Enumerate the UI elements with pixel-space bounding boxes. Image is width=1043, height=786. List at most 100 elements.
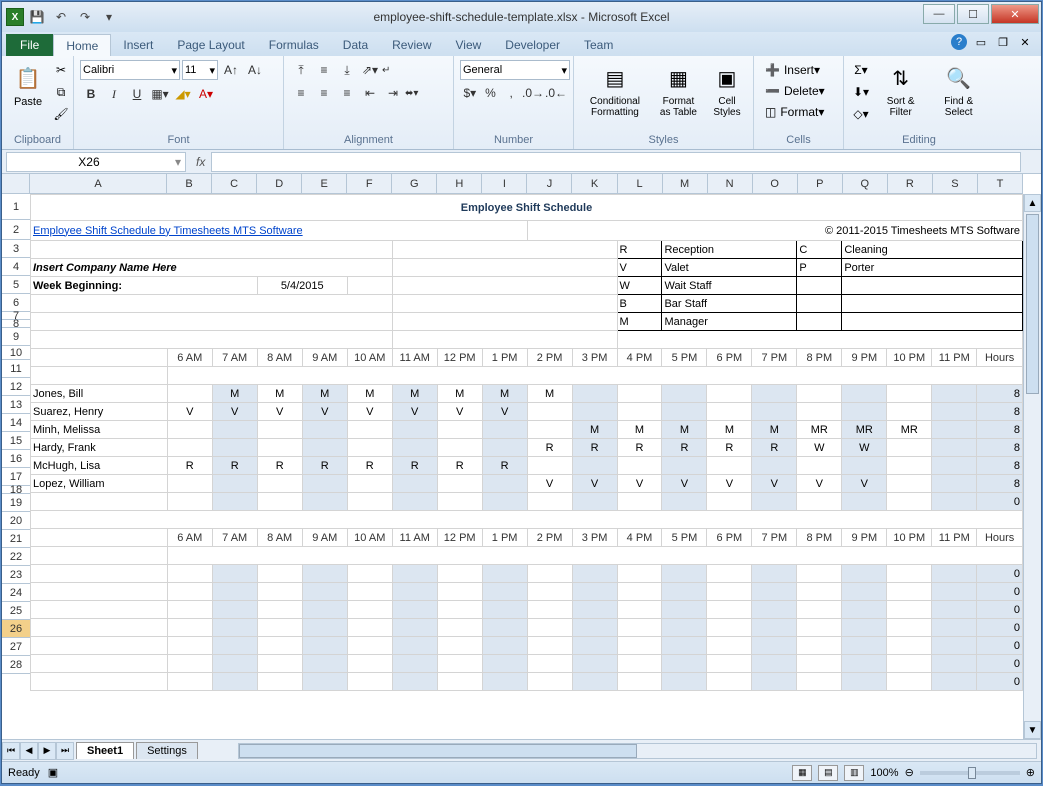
cell[interactable]: R [257, 457, 302, 475]
cell[interactable]: 2 PM [527, 529, 572, 547]
row-header-3[interactable]: 3 [2, 240, 30, 258]
cell[interactable] [437, 475, 482, 493]
cell[interactable]: Employee Shift Schedule [31, 195, 1023, 221]
col-header-K[interactable]: K [572, 174, 617, 194]
scroll-up-button[interactable]: ▲ [1024, 194, 1041, 212]
cell[interactable] [31, 565, 168, 583]
cell[interactable] [392, 637, 437, 655]
cell[interactable]: 8 [977, 439, 1023, 457]
cell[interactable] [482, 637, 527, 655]
col-header-G[interactable]: G [392, 174, 437, 194]
cell[interactable]: 2 PM [527, 349, 572, 367]
tab-view[interactable]: View [444, 34, 494, 56]
cell[interactable] [392, 673, 437, 691]
cell[interactable] [617, 385, 662, 403]
cell[interactable]: 5 PM [662, 529, 707, 547]
cell[interactable] [302, 619, 347, 637]
cell[interactable] [392, 655, 437, 673]
cell[interactable] [392, 241, 617, 259]
cell[interactable] [167, 385, 212, 403]
cell[interactable]: V [617, 259, 662, 277]
col-header-O[interactable]: O [753, 174, 798, 194]
cut-button[interactable]: ✂ [50, 60, 72, 80]
qat-redo[interactable]: ↷ [74, 6, 96, 28]
qat-save[interactable]: 💾 [26, 6, 48, 28]
tab-home[interactable]: Home [53, 34, 111, 56]
cell[interactable] [212, 493, 257, 511]
cell[interactable] [392, 313, 617, 331]
cell[interactable] [167, 565, 212, 583]
cell[interactable] [302, 601, 347, 619]
cell[interactable] [527, 403, 572, 421]
cell[interactable] [167, 367, 1022, 385]
cell[interactable]: 6 AM [167, 529, 212, 547]
cell[interactable] [887, 475, 932, 493]
cell[interactable]: W [842, 439, 887, 457]
cell[interactable]: V [842, 475, 887, 493]
cell[interactable]: V [527, 475, 572, 493]
cell[interactable] [707, 637, 752, 655]
cell[interactable] [437, 565, 482, 583]
cell[interactable]: R [617, 439, 662, 457]
cell[interactable] [707, 655, 752, 673]
row-header-5[interactable]: 5 [2, 276, 30, 294]
cell[interactable]: Lopez, William [31, 475, 168, 493]
cell[interactable]: R [527, 439, 572, 457]
cell[interactable]: 10 AM [347, 529, 392, 547]
cell[interactable] [31, 331, 393, 349]
cell[interactable] [257, 421, 302, 439]
cell[interactable] [707, 385, 752, 403]
cell[interactable] [31, 313, 393, 331]
qat-undo[interactable]: ↶ [50, 6, 72, 28]
cell[interactable] [392, 277, 617, 295]
wrap-text-button[interactable]: ↵ [382, 60, 390, 80]
cell[interactable]: W [797, 439, 842, 457]
maximize-button[interactable]: ☐ [957, 4, 989, 24]
col-header-J[interactable]: J [527, 174, 572, 194]
cell[interactable] [662, 565, 707, 583]
cell[interactable]: R [572, 439, 617, 457]
cell[interactable] [31, 241, 393, 259]
cell[interactable] [392, 601, 437, 619]
cell[interactable] [437, 637, 482, 655]
cell[interactable]: 0 [977, 583, 1023, 601]
cell[interactable] [572, 403, 617, 421]
cell[interactable] [392, 475, 437, 493]
cell[interactable]: Hours [977, 529, 1023, 547]
cell[interactable] [932, 475, 977, 493]
cell[interactable]: 9 PM [842, 529, 887, 547]
cell[interactable] [842, 637, 887, 655]
cell[interactable]: M [302, 385, 347, 403]
sheet-tab-sheet1[interactable]: Sheet1 [76, 742, 134, 759]
cell[interactable] [437, 583, 482, 601]
cell[interactable] [31, 295, 393, 313]
col-header-B[interactable]: B [167, 174, 212, 194]
cell[interactable] [167, 421, 212, 439]
increase-decimal-button[interactable]: .0→ [522, 83, 544, 103]
select-all-corner[interactable] [2, 174, 30, 194]
cell[interactable]: 0 [977, 601, 1023, 619]
cell[interactable] [527, 619, 572, 637]
cell[interactable] [302, 565, 347, 583]
cell[interactable] [932, 637, 977, 655]
row-header-1[interactable]: 1 [2, 194, 30, 220]
cell[interactable] [347, 673, 392, 691]
cell[interactable] [212, 439, 257, 457]
cell[interactable] [752, 637, 797, 655]
cell[interactable]: 8 AM [257, 529, 302, 547]
align-left-button[interactable]: ≡ [290, 83, 312, 103]
cell[interactable] [392, 259, 617, 277]
cell[interactable]: Insert Company Name Here [31, 259, 393, 277]
hscroll-thumb[interactable] [239, 744, 638, 758]
cell[interactable] [167, 637, 212, 655]
cell[interactable]: Bar Staff [662, 295, 797, 313]
cell[interactable] [662, 619, 707, 637]
cell[interactable] [212, 565, 257, 583]
cell[interactable] [842, 565, 887, 583]
cell[interactable] [572, 673, 617, 691]
cell[interactable] [212, 673, 257, 691]
page-layout-view-button[interactable]: ▤ [818, 765, 838, 781]
cell[interactable] [617, 331, 1022, 349]
cell[interactable] [527, 493, 572, 511]
cell[interactable] [392, 565, 437, 583]
